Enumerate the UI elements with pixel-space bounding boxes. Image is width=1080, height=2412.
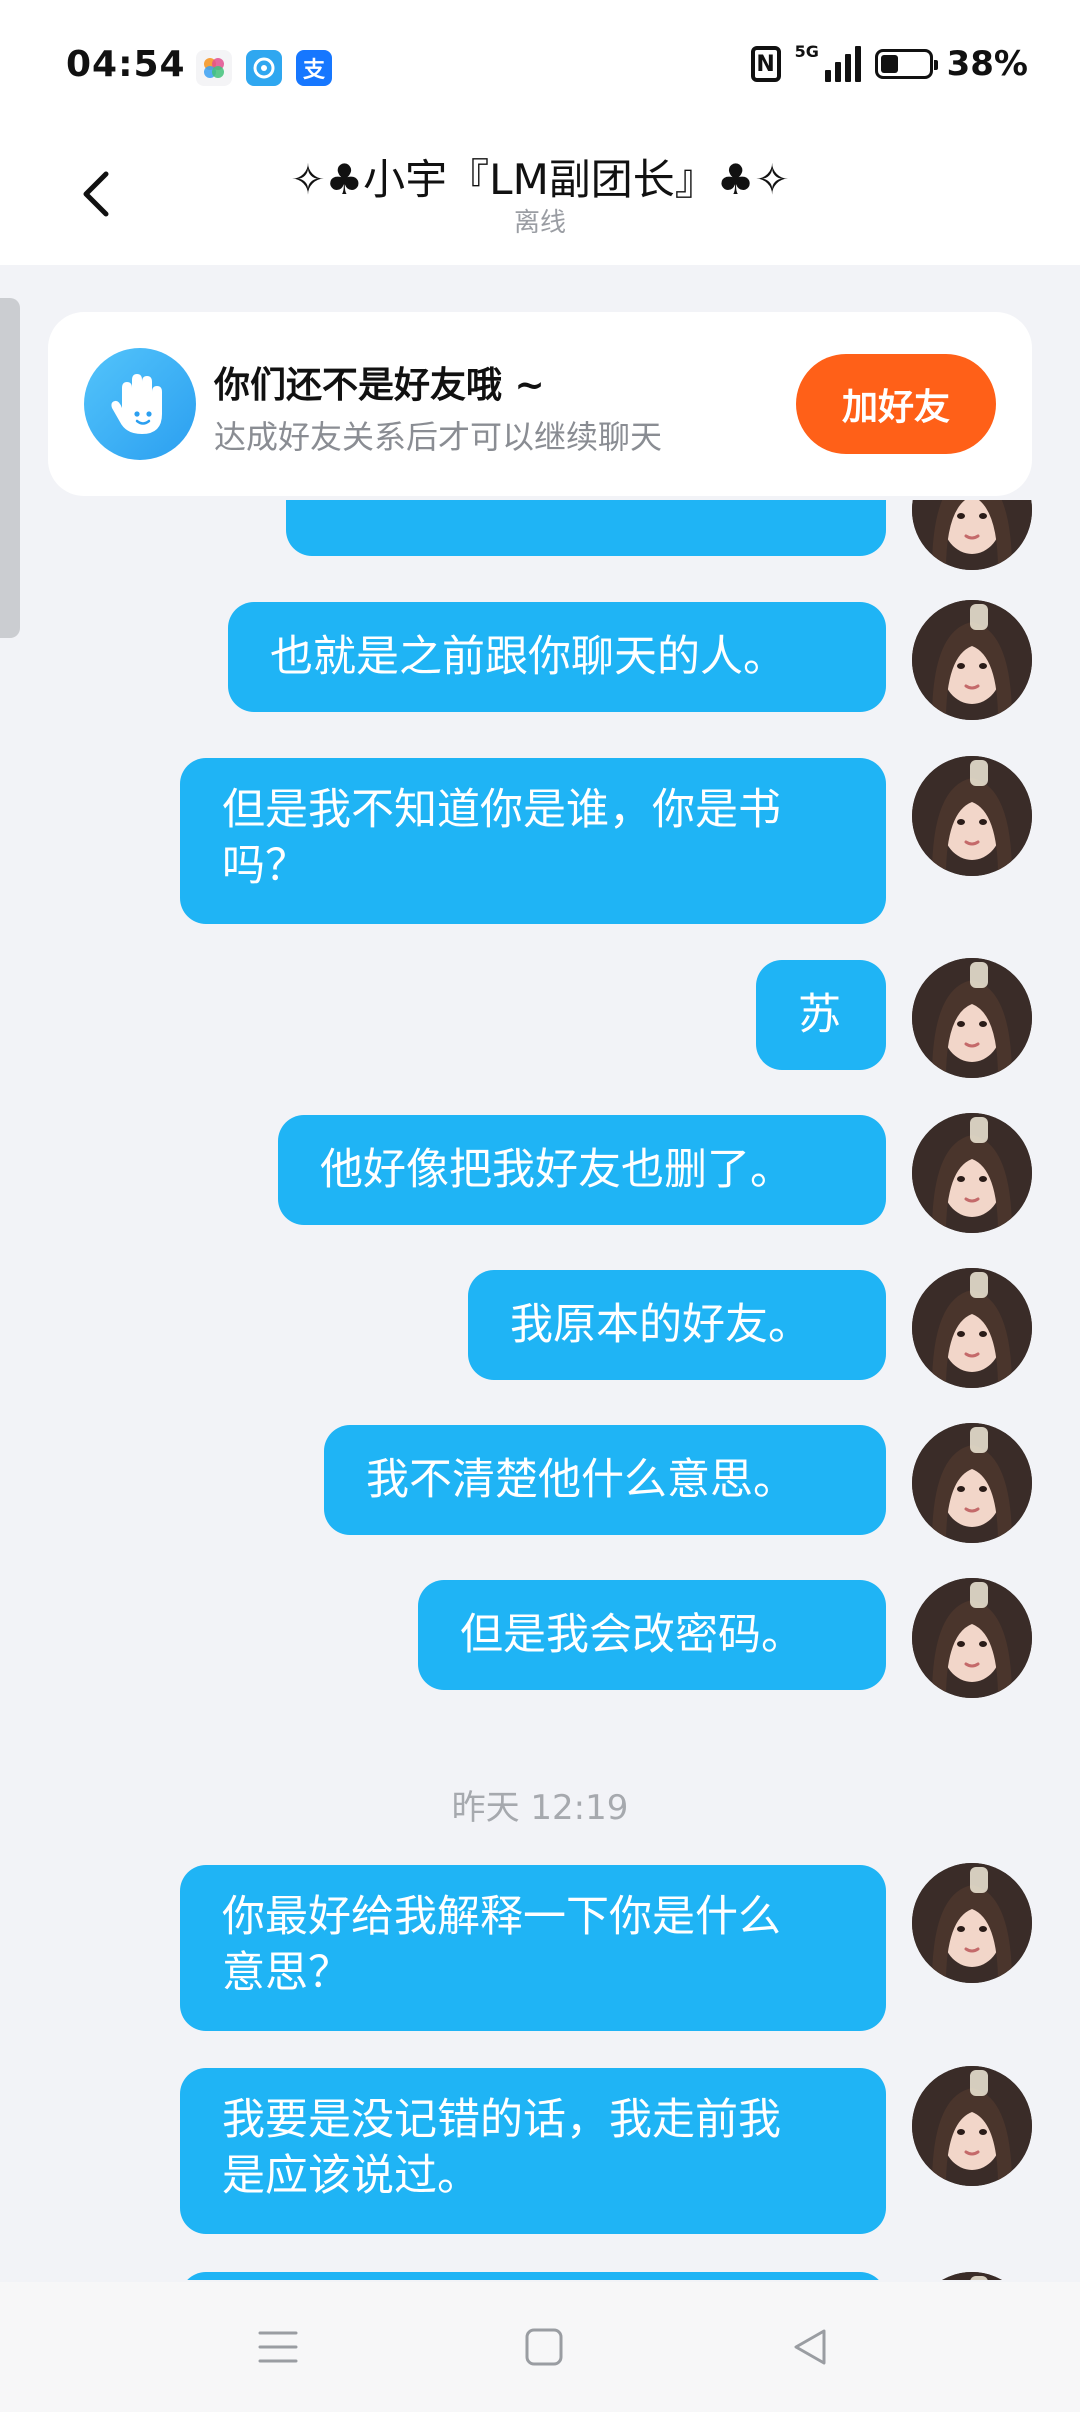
message-bubble[interactable]: 我不清楚他什么意思。 <box>324 1425 886 1535</box>
avatar[interactable] <box>912 600 1032 720</box>
avatar[interactable] <box>912 1113 1032 1233</box>
photos-icon <box>196 50 232 86</box>
avatar[interactable] <box>912 1578 1032 1698</box>
status-indicators: N 5G 38% <box>750 42 1028 84</box>
wave-hand-icon <box>84 348 196 460</box>
avatar[interactable] <box>912 2272 1032 2280</box>
nfc-icon: N <box>750 46 781 82</box>
signal-icon: 5G <box>795 42 861 82</box>
message-bubble[interactable]: 但是我不知道你是谁，你是书 吗？ <box>180 758 886 924</box>
status-time: 04:54 <box>66 44 186 85</box>
battery-level <box>880 55 899 73</box>
chat-header: ✧♣小宇『LM副团长』♣✧ 离线 <box>0 140 1080 265</box>
message-bubble[interactable]: 苏 <box>756 960 886 1070</box>
menu-button[interactable] <box>248 2322 308 2372</box>
message-bubble-partial[interactable] <box>286 500 886 556</box>
message-list[interactable]: 也就是之前跟你聊天的人。 但是我不知道你是谁，你是书 吗？ 苏 他好像把我好友也… <box>0 500 1080 2280</box>
message-bubble[interactable]: 我原本的好友。 <box>468 1270 886 1380</box>
message-bubble[interactable]: 他好像把我好友也删了。 <box>278 1115 886 1225</box>
message-bubble[interactable]: 你最好给我解释一下你是什么 意思？ <box>180 1865 886 2031</box>
alipay-icon: 支 <box>296 50 332 86</box>
battery-icon <box>874 49 938 79</box>
status-bar: 04:54 支 N 5G 38% <box>0 0 1080 140</box>
avatar[interactable] <box>912 2066 1032 2186</box>
notification-icons: 支 <box>196 50 332 86</box>
message-bubble-partial[interactable] <box>180 2272 886 2280</box>
banner-title: 你们还不是好友哦 ~ <box>214 365 545 406</box>
menu-icon <box>258 2331 298 2363</box>
network-type: 5G <box>794 42 819 61</box>
home-button[interactable] <box>514 2322 574 2372</box>
browser-icon <box>246 50 282 86</box>
avatar[interactable] <box>912 1863 1032 1983</box>
avatar[interactable] <box>912 756 1032 876</box>
message-bubble[interactable]: 但是我会改密码。 <box>418 1580 886 1690</box>
contact-status: 离线 <box>513 208 566 238</box>
message-bubble[interactable]: 也就是之前跟你聊天的人。 <box>228 602 886 712</box>
add-friend-button[interactable]: 加好友 <box>796 354 996 454</box>
battery-percent: 38% <box>946 44 1028 84</box>
avatar[interactable] <box>912 1268 1032 1388</box>
home-icon <box>525 2328 563 2366</box>
avatar[interactable] <box>912 500 1032 570</box>
banner-subtitle: 达成好友关系后才可以继续聊天 <box>214 418 663 456</box>
message-timestamp: 昨天 12:19 <box>451 1788 629 1828</box>
not-friend-banner: 你们还不是好友哦 ~ 达成好友关系后才可以继续聊天 加好友 <box>48 312 1032 496</box>
contact-name[interactable]: ✧♣小宇『LM副团长』♣✧ <box>0 146 1080 207</box>
avatar[interactable] <box>912 1423 1032 1543</box>
system-nav-bar <box>0 2282 1080 2412</box>
avatar[interactable] <box>912 958 1032 1078</box>
back-nav-button[interactable] <box>780 2322 840 2372</box>
back-triangle-icon <box>794 2329 826 2365</box>
message-bubble[interactable]: 我要是没记错的话，我走前我 是应该说过。 <box>180 2068 886 2234</box>
